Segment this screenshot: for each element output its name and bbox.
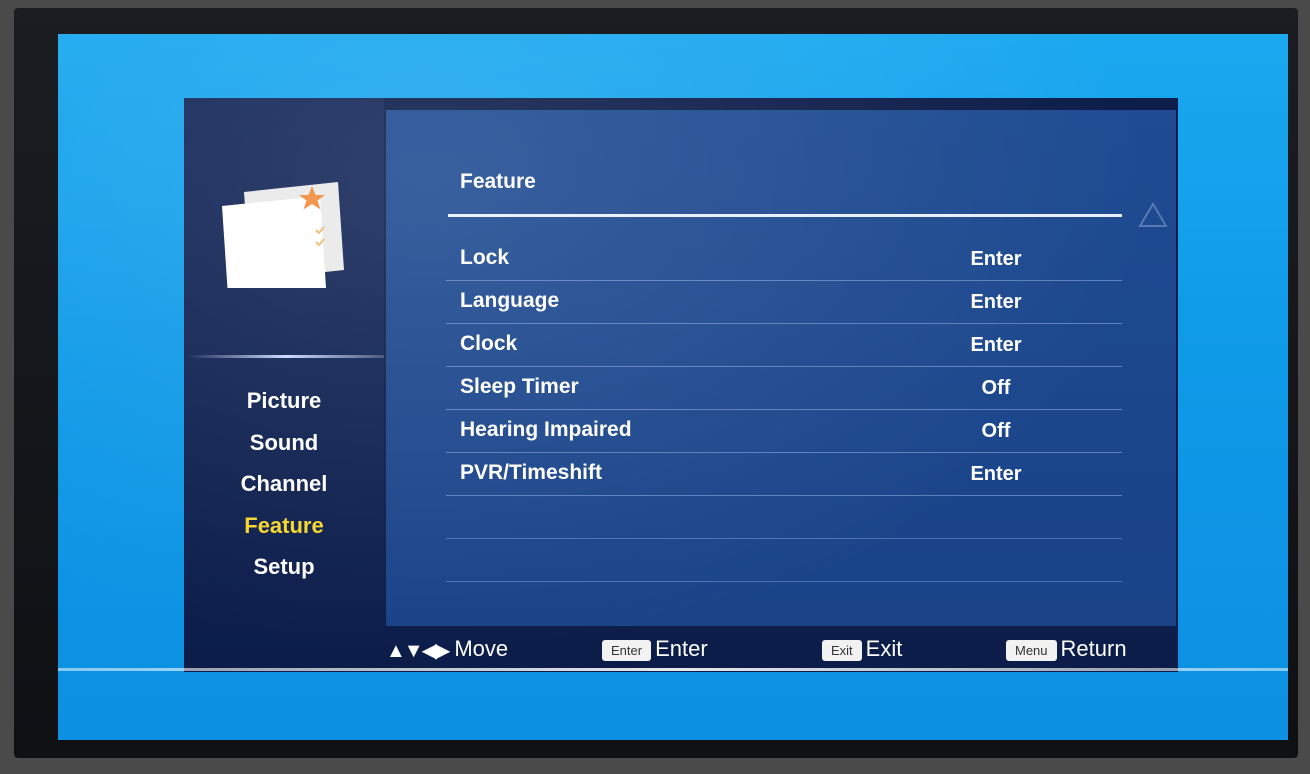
arrow-keys-icon: ▲▼◀▶ (386, 639, 450, 662)
menu-nav: Picture Sound Channel Feature Setup (184, 380, 384, 588)
row-label: PVR/Timeshift (460, 461, 602, 484)
row-value: Enter (970, 291, 1022, 313)
page-title: Feature (460, 170, 536, 193)
row-label: Sleep Timer (460, 375, 579, 398)
hint-enter: Enter Enter (602, 636, 708, 662)
hint-exit: Exit Exit (822, 636, 902, 662)
menu-row-language[interactable]: Language Enter (446, 281, 1122, 324)
row-label: Lock (460, 246, 510, 269)
tv-screen: Picture Sound Channel Feature Setup Feat… (58, 34, 1288, 740)
hint-move-label: Move (454, 636, 509, 661)
row-label: Language (460, 289, 560, 312)
empty-row (446, 539, 1122, 582)
nav-item-channel[interactable]: Channel (184, 463, 384, 505)
hint-move: ▲▼◀▶ Move (386, 636, 508, 663)
sidebar-divider (188, 355, 384, 358)
nav-item-setup[interactable]: Setup (184, 546, 384, 588)
row-label: Hearing Impaired (460, 418, 632, 441)
tv-bezel: Picture Sound Channel Feature Setup Feat… (14, 8, 1298, 758)
enter-key-badge: Enter (602, 639, 652, 661)
nav-item-feature[interactable]: Feature (184, 505, 384, 547)
feature-list: Lock Enter Language Enter Clock Enter Sl… (446, 238, 1122, 582)
hint-bar: ▲▼◀▶ Move Enter Enter Exit Exit Menu Return (386, 626, 1176, 672)
hint-return-label: Return (1060, 636, 1127, 661)
hint-exit-label: Exit (865, 636, 903, 661)
row-label: Clock (460, 332, 518, 355)
menu-sidebar: Picture Sound Channel Feature Setup (184, 98, 384, 672)
feature-panel: Feature Lock Enter Language Enter Clock … (386, 110, 1176, 626)
row-value: Enter (970, 248, 1022, 270)
menu-row-lock[interactable]: Lock Enter (446, 238, 1122, 281)
feature-card-star-icon (222, 182, 344, 288)
hint-return: Menu Return (1006, 636, 1127, 662)
menu-row-hearing-impaired[interactable]: Hearing Impaired Off (446, 410, 1122, 453)
row-value: Off (981, 377, 1011, 399)
menu-row-clock[interactable]: Clock Enter (446, 324, 1122, 367)
row-value: Off (981, 420, 1011, 442)
row-value: Enter (970, 334, 1022, 356)
nav-item-picture[interactable]: Picture (184, 380, 384, 422)
exit-key-badge: Exit (822, 639, 862, 661)
title-divider (448, 214, 1122, 217)
menu-key-badge: Menu (1006, 639, 1057, 661)
warning-triangle-icon (1138, 202, 1168, 227)
menu-row-sleep-timer[interactable]: Sleep Timer Off (446, 367, 1122, 410)
settings-menu: Picture Sound Channel Feature Setup Feat… (184, 98, 1178, 672)
nav-item-sound[interactable]: Sound (184, 422, 384, 464)
row-value: Enter (970, 463, 1022, 485)
empty-row (446, 496, 1122, 539)
hint-enter-label: Enter (655, 636, 708, 661)
screen-reflection-line (58, 668, 1288, 671)
menu-row-pvr-timeshift[interactable]: PVR/Timeshift Enter (446, 453, 1122, 496)
